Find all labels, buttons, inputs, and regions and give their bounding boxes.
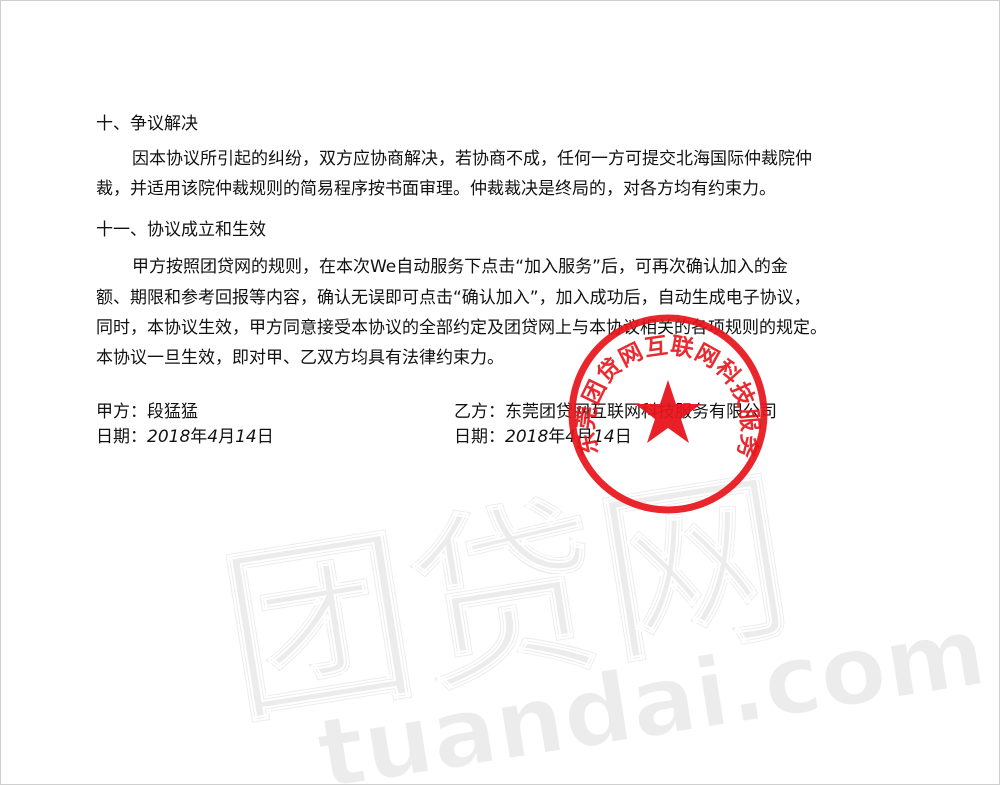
section-10-line-1: 因本协议所引起的纠纷，双方应协商解决，若协商不成，任何一方可提交北海国际仲裁院仲 bbox=[132, 149, 812, 169]
party-a-label: 甲方： bbox=[96, 402, 147, 422]
document-page: 团贷网 tuandai.com 十、争议解决 因本协议所引起的纠纷，双方应协商解… bbox=[0, 0, 1000, 785]
date-day-unit: 日 bbox=[256, 427, 274, 447]
date-month: 4 bbox=[565, 427, 577, 447]
party-a-signature: 甲方：段猛猛 bbox=[96, 401, 198, 423]
party-a-date: 日期：2018年4月14日 bbox=[96, 426, 274, 448]
date-label: 日期： bbox=[454, 427, 505, 447]
date-year-unit: 年 bbox=[548, 427, 566, 447]
section-10-line-2: 裁，并适用该院仲裁规则的简易程序按书面审理。仲裁裁决是终局的，对各方均有约束力。 bbox=[96, 179, 776, 199]
section-11-line-2: 额、期限和参考回报等内容，确认无误即可点击“确认加入”，加入成功后，自动生成电子… bbox=[96, 288, 811, 308]
date-year-unit: 年 bbox=[190, 427, 208, 447]
party-b-signature: 乙方：东莞团贷网互联网科技服务有限公司 bbox=[454, 401, 777, 423]
agreement-content: 十、争议解决 因本协议所引起的纠纷，双方应协商解决，若协商不成，任何一方可提交北… bbox=[1, 1, 999, 784]
date-month-unit: 月 bbox=[576, 427, 594, 447]
party-b-name: 东莞团贷网互联网科技服务有限公司 bbox=[505, 402, 777, 422]
section-10-heading: 十、争议解决 bbox=[96, 114, 198, 134]
section-11-line-3: 同时，本协议生效，甲方同意接受本协议的全部约定及团贷网上与本协议相关的各项规则的… bbox=[96, 318, 827, 338]
party-b-date: 日期：2018年4月14日 bbox=[454, 426, 632, 448]
party-b-label: 乙方： bbox=[454, 402, 505, 422]
date-month-unit: 月 bbox=[218, 427, 236, 447]
date-day: 14 bbox=[593, 427, 615, 447]
date-day-unit: 日 bbox=[614, 427, 632, 447]
date-day: 14 bbox=[235, 427, 257, 447]
section-11-line-1: 甲方按照团贷网的规则，在本次We自动服务下点击“加入服务”后，可再次确认加入的金 bbox=[132, 257, 788, 277]
date-month: 4 bbox=[207, 427, 219, 447]
section-11-line-4: 本协议一旦生效，即对甲、乙双方均具有法律约束力。 bbox=[96, 348, 504, 368]
date-label: 日期： bbox=[96, 427, 147, 447]
date-year: 2018 bbox=[147, 427, 191, 447]
date-year: 2018 bbox=[505, 427, 549, 447]
party-a-name: 段猛猛 bbox=[147, 402, 198, 422]
section-11-heading: 十一、协议成立和生效 bbox=[96, 220, 266, 240]
